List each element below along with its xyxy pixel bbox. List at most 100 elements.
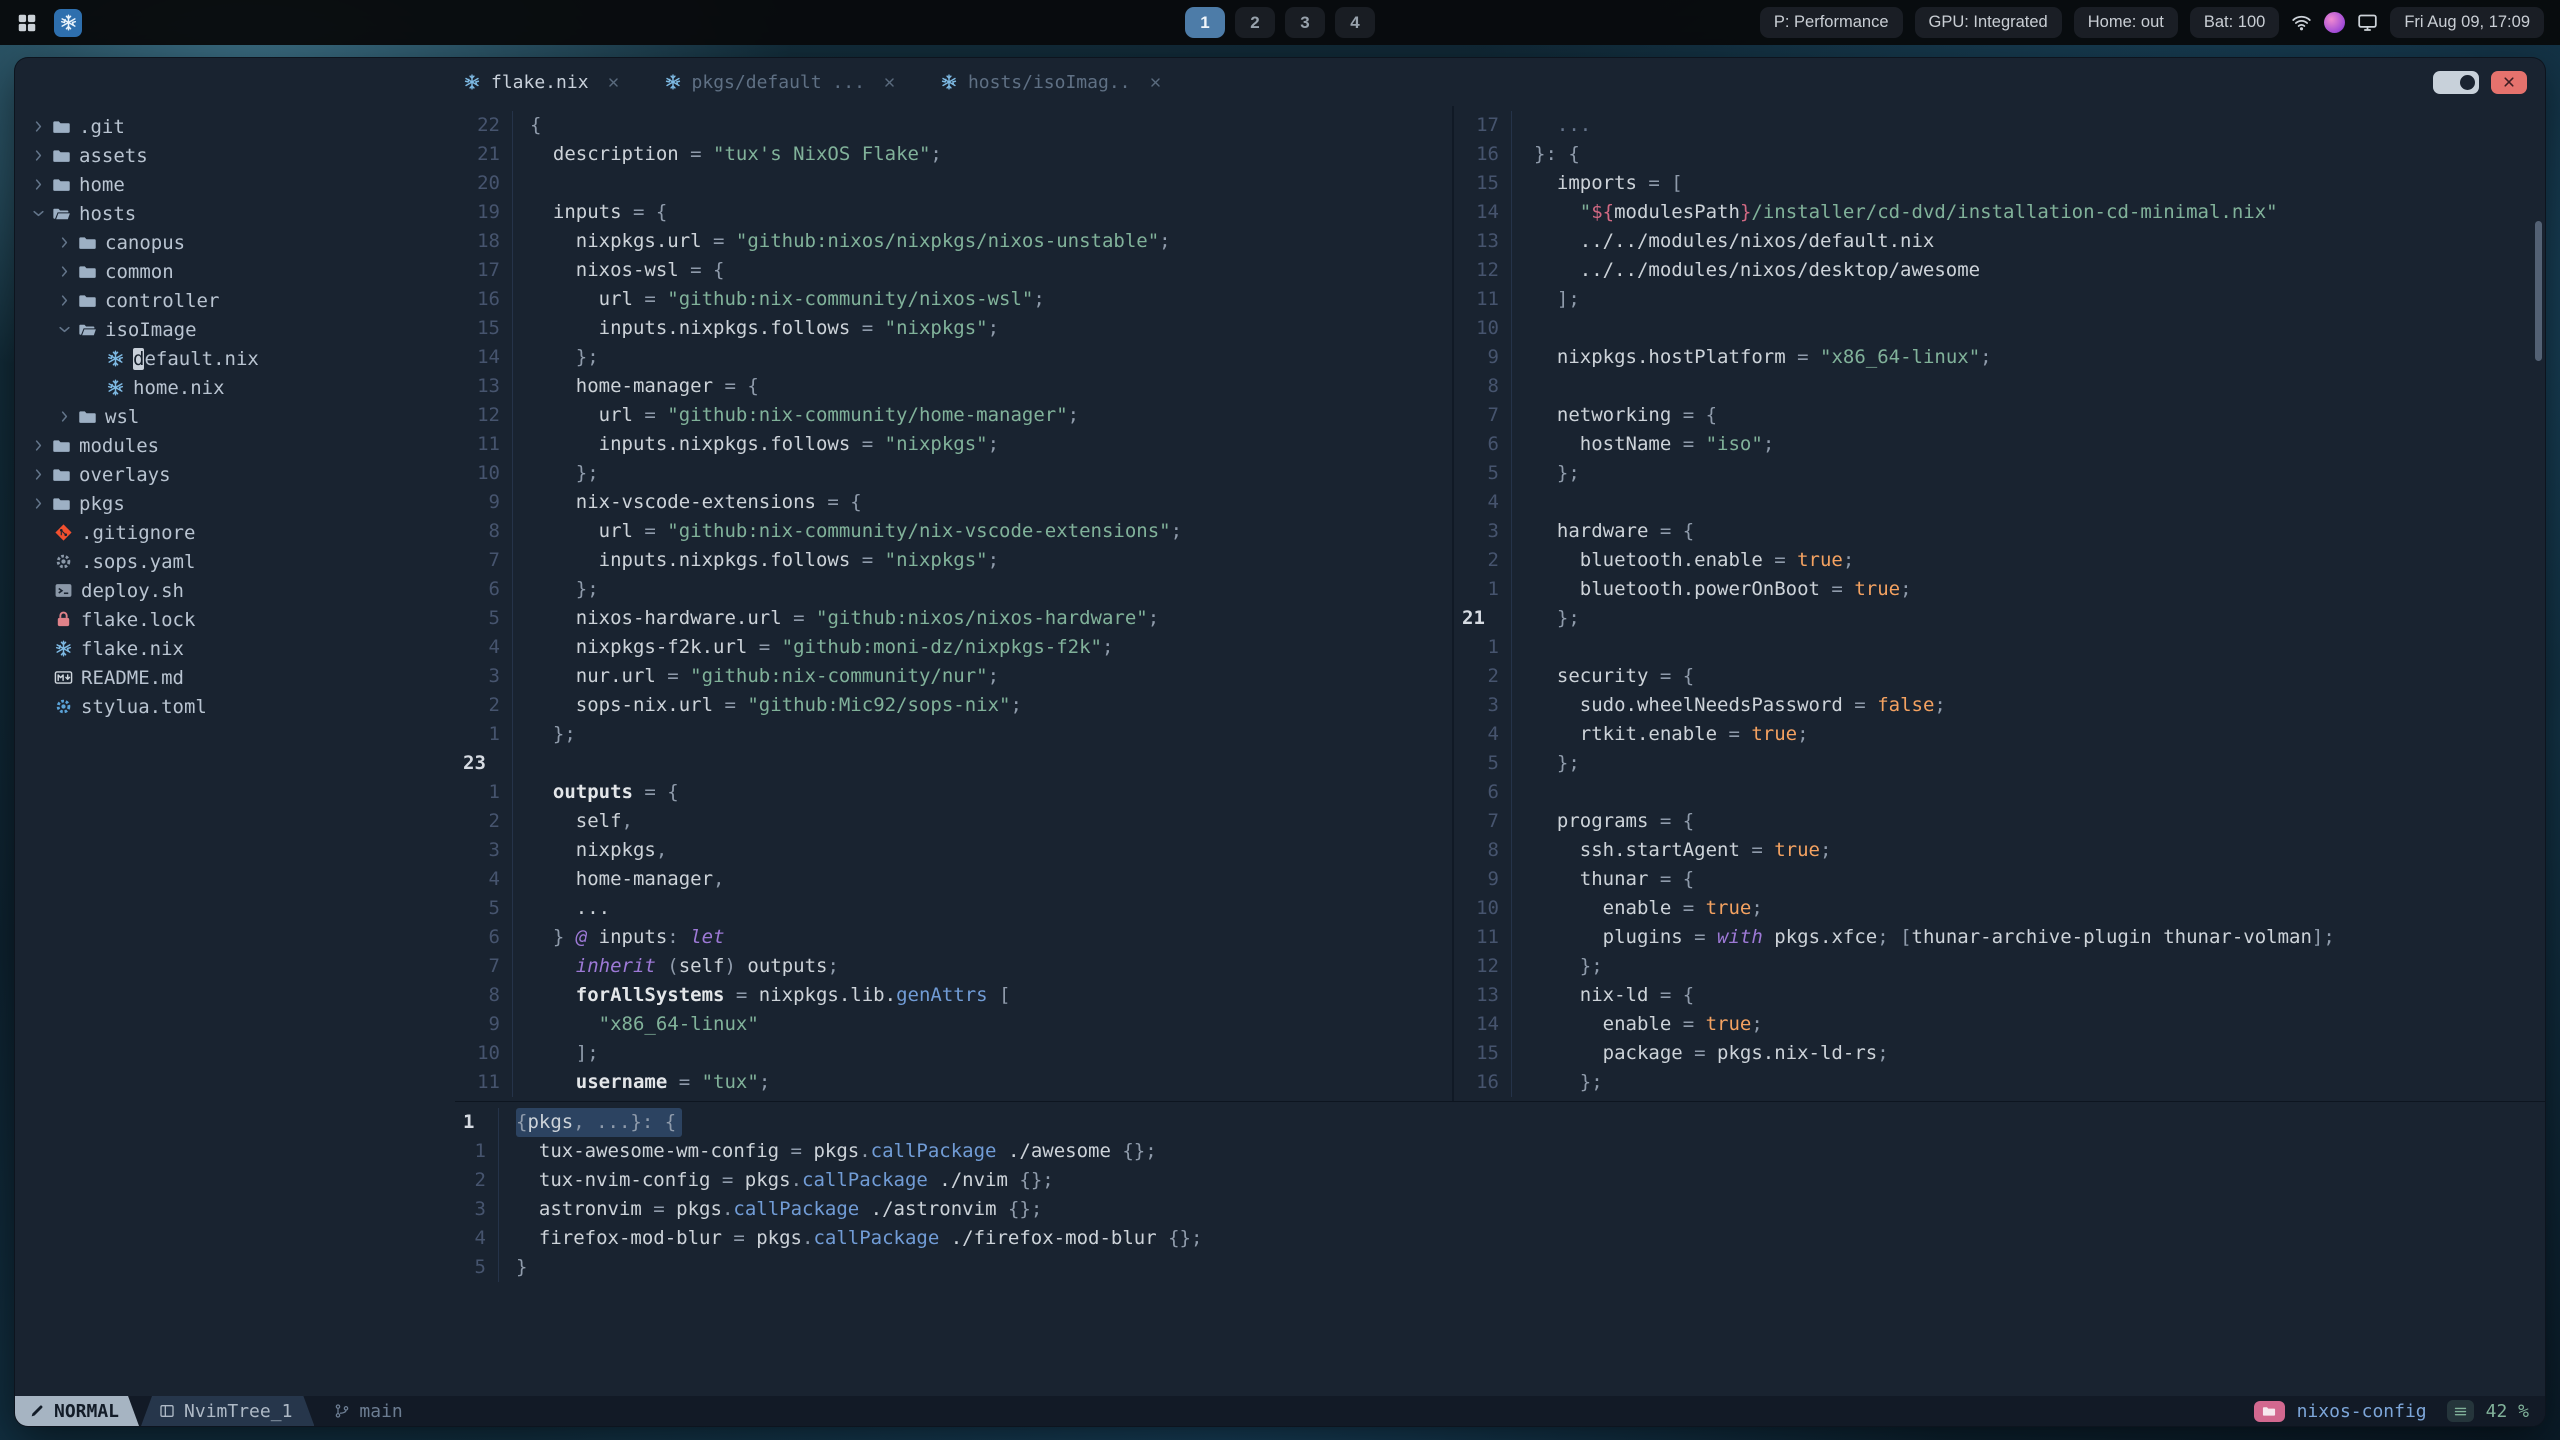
code-line[interactable]: 4 <box>1454 488 2545 517</box>
tree-item-default-nix[interactable]: default.nix <box>15 344 455 373</box>
code-line[interactable]: 15 inputs.nixpkgs.follows = "nixpkgs"; <box>455 314 1452 343</box>
code-line[interactable]: 12 }; <box>1454 952 2545 981</box>
workspace-button-4[interactable]: 4 <box>1335 7 1375 38</box>
code-line[interactable]: 4 home-manager, <box>455 865 1452 894</box>
code-line[interactable]: 5} <box>455 1253 2545 1282</box>
code-line[interactable]: 13 home-manager = { <box>455 372 1452 401</box>
code-line[interactable]: 8 forAllSystems = nixpkgs.lib.genAttrs [ <box>455 981 1452 1010</box>
code-line[interactable]: 7 inputs.nixpkgs.follows = "nixpkgs"; <box>455 546 1452 575</box>
workspace-button-1[interactable]: 1 <box>1185 7 1225 38</box>
tree-item-home[interactable]: home <box>15 170 455 199</box>
code-line[interactable]: 12 url = "github:nix-community/home-mana… <box>455 401 1452 430</box>
code-line[interactable]: 15 package = pkgs.nix-ld-rs; <box>1454 1039 2545 1068</box>
code-line[interactable]: 3 nur.url = "github:nix-community/nur"; <box>455 662 1452 691</box>
code-line[interactable]: 5 nixos-hardware.url = "github:nixos/nix… <box>455 604 1452 633</box>
code-line[interactable]: 9 "x86_64-linux" <box>455 1010 1452 1039</box>
gpu-pill[interactable]: GPU: Integrated <box>1914 7 2062 38</box>
tree-item-deploy-sh[interactable]: deploy.sh <box>15 576 455 605</box>
code-line[interactable]: 10 <box>1454 314 2545 343</box>
tree-item-wsl[interactable]: wsl <box>15 402 455 431</box>
code-line[interactable]: 7 inherit (self) outputs; <box>455 952 1452 981</box>
tree-item-controller[interactable]: controller <box>15 286 455 315</box>
code-line[interactable]: 6 } @ inputs: let <box>455 923 1452 952</box>
code-line[interactable]: 1 tux-awesome-wm-config = pkgs.callPacka… <box>455 1137 2545 1166</box>
wifi-icon[interactable] <box>2291 12 2312 33</box>
code-line[interactable]: 8 ssh.startAgent = true; <box>1454 836 2545 865</box>
code-line[interactable]: 7 programs = { <box>1454 807 2545 836</box>
code-line[interactable]: 1 <box>1454 633 2545 662</box>
clock[interactable]: Fri Aug 09, 17:09 <box>2390 7 2544 38</box>
tree-item-isoimage[interactable]: isoImage <box>15 315 455 344</box>
code-line[interactable]: 3 nixpkgs, <box>455 836 1452 865</box>
code-line[interactable]: 2 sops-nix.url = "github:Mic92/sops-nix"… <box>455 691 1452 720</box>
workspace-button-3[interactable]: 3 <box>1285 7 1325 38</box>
workspace-button-2[interactable]: 2 <box>1235 7 1275 38</box>
window-close-button[interactable] <box>2491 70 2527 94</box>
code-line[interactable]: 16 url = "github:nix-community/nixos-wsl… <box>455 285 1452 314</box>
code-line[interactable]: 23 <box>455 749 1452 778</box>
code-line[interactable]: 12 ../../modules/nixos/desktop/awesome <box>1454 256 2545 285</box>
code-line[interactable]: 8 url = "github:nix-community/nix-vscode… <box>455 517 1452 546</box>
code-line[interactable]: 2 security = { <box>1454 662 2545 691</box>
code-line[interactable]: 9 nixpkgs.hostPlatform = "x86_64-linux"; <box>1454 343 2545 372</box>
tree-item-assets[interactable]: assets <box>15 141 455 170</box>
code-line[interactable]: 17 nixos-wsl = { <box>455 256 1452 285</box>
code-line[interactable]: 5 }; <box>1454 459 2545 488</box>
code-line[interactable]: 19 inputs = { <box>455 198 1452 227</box>
code-line[interactable]: 16}: { <box>1454 140 2545 169</box>
code-line[interactable]: 6 }; <box>455 575 1452 604</box>
editor-flake-nix[interactable]: 22{21 description = "tux's NixOS Flake";… <box>455 106 1452 1101</box>
display-icon[interactable] <box>2357 12 2378 33</box>
code-line[interactable]: 13 ../../modules/nixos/default.nix <box>1454 227 2545 256</box>
tree-item-git[interactable]: .git <box>15 112 455 141</box>
code-line[interactable]: 15 imports = [ <box>1454 169 2545 198</box>
code-line[interactable]: 16 }; <box>1454 1068 2545 1097</box>
code-line[interactable]: 3 hardware = { <box>1454 517 2545 546</box>
tab-hosts-isoimage[interactable]: hosts/isoImag.. <box>940 72 1162 93</box>
code-line[interactable]: 20 <box>455 169 1452 198</box>
code-line[interactable]: 4 firefox-mod-blur = pkgs.callPackage ./… <box>455 1224 2545 1253</box>
code-line[interactable]: 18 nixpkgs.url = "github:nixos/nixpkgs/n… <box>455 227 1452 256</box>
tree-item-pkgs[interactable]: pkgs <box>15 489 455 518</box>
code-line[interactable]: 17 ... <box>1454 111 2545 140</box>
code-line[interactable]: 1 outputs = { <box>455 778 1452 807</box>
code-line[interactable]: 14 enable = true; <box>1454 1010 2545 1039</box>
code-line[interactable]: 2 tux-nvim-config = pkgs.callPackage ./n… <box>455 1166 2545 1195</box>
code-line[interactable]: 5 ... <box>455 894 1452 923</box>
code-line[interactable]: 9 thunar = { <box>1454 865 2545 894</box>
tab-flake-nix[interactable]: flake.nix <box>463 72 620 93</box>
code-line[interactable]: 7 networking = { <box>1454 401 2545 430</box>
code-line[interactable]: 9 nix-vscode-extensions = { <box>455 488 1452 517</box>
tree-item-stylua-toml[interactable]: stylua.toml <box>15 692 455 721</box>
color-profile-icon[interactable] <box>2324 12 2346 33</box>
code-line[interactable]: 11 ]; <box>1454 285 2545 314</box>
editor-hosts-isoimage-default-nix[interactable]: 17 ... 16}: {15 imports = [14 "${modulesP… <box>1454 106 2545 1101</box>
code-line[interactable]: 14 }; <box>455 343 1452 372</box>
apps-grid-icon[interactable] <box>16 12 38 34</box>
code-line[interactable]: 4 rtkit.enable = true; <box>1454 720 2545 749</box>
code-line[interactable]: 21 description = "tux's NixOS Flake"; <box>455 140 1452 169</box>
code-line[interactable]: 6 <box>1454 778 2545 807</box>
code-line[interactable]: 3 astronvim = pkgs.callPackage ./astronv… <box>455 1195 2545 1224</box>
code-line[interactable]: 14 "${modulesPath}/installer/cd-dvd/inst… <box>1454 198 2545 227</box>
launcher-app-icon[interactable] <box>54 8 82 37</box>
code-line[interactable]: 2 bluetooth.enable = true; <box>1454 546 2545 575</box>
code-line[interactable]: 5 }; <box>1454 749 2545 778</box>
code-line[interactable]: 4 nixpkgs-f2k.url = "github:moni-dz/nixp… <box>455 633 1452 662</box>
editor-pkgs-default-nix[interactable]: 1 {pkgs, ...}: {1 tux-awesome-wm-config =… <box>455 1102 2545 1396</box>
battery-pill[interactable]: Bat: 100 <box>2189 7 2280 38</box>
home-status-pill[interactable]: Home: out <box>2073 7 2178 38</box>
code-line[interactable]: 3 sudo.wheelNeedsPassword = false; <box>1454 691 2545 720</box>
code-line[interactable]: 21 }; <box>1454 604 2545 633</box>
code-line[interactable]: 8 <box>1454 372 2545 401</box>
close-icon[interactable] <box>883 76 896 89</box>
tree-item-hosts[interactable]: hosts <box>15 199 455 228</box>
close-icon[interactable] <box>1149 76 1162 89</box>
code-line[interactable]: 6 hostName = "iso"; <box>1454 430 2545 459</box>
tree-item-canopus[interactable]: canopus <box>15 228 455 257</box>
code-line[interactable]: 22 { <box>455 111 1452 140</box>
code-line[interactable]: 10 ]; <box>455 1039 1452 1068</box>
tree-item-flake-nix[interactable]: flake.nix <box>15 634 455 663</box>
power-profile-pill[interactable]: P: Performance <box>1759 7 1903 38</box>
code-line[interactable]: 10 }; <box>455 459 1452 488</box>
